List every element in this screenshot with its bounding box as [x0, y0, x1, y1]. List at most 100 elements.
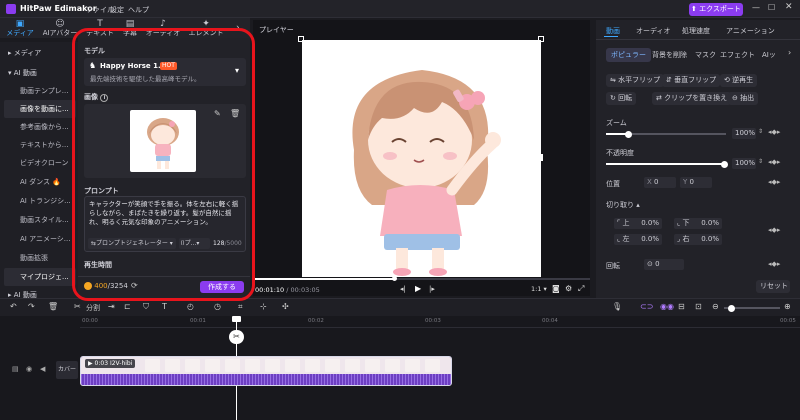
menu-settings[interactable]: 設定: [110, 5, 124, 15]
menu-help[interactable]: ヘルプ: [128, 5, 149, 15]
timeline-ruler[interactable]: 00:00 00:01 00:02 00:03 00:04 00:05: [80, 316, 800, 328]
sidebar-item[interactable]: 画像を動画に...: [4, 100, 76, 118]
sidebar-item[interactable]: マイプロジェ...: [4, 268, 76, 286]
export-button[interactable]: ⬆ エクスポート: [689, 3, 743, 16]
text-insert-icon[interactable]: T: [162, 302, 167, 311]
timeline-zoom-knob[interactable]: [728, 305, 735, 312]
chevron-up-down-icon[interactable]: ⇕: [758, 128, 763, 135]
zoom-out-icon[interactable]: ⊖: [712, 302, 719, 311]
sidebar-item[interactable]: 動画テンプレ...: [4, 82, 76, 100]
chevron-right-icon[interactable]: ›: [788, 48, 791, 57]
sidebar-item[interactable]: ビデオクローン: [4, 154, 76, 172]
video-clip[interactable]: ▶ 0:03 I2V-hibi: [80, 356, 452, 386]
extract-button[interactable]: ⊖ 抽出: [728, 92, 759, 105]
magnet-icon[interactable]: ◉◉: [660, 302, 674, 311]
snap-icon[interactable]: ⊟: [678, 302, 685, 311]
tab-animation[interactable]: アニメーション: [726, 26, 775, 36]
opacity-slider-knob[interactable]: [721, 161, 728, 168]
zoom-input[interactable]: 100%: [732, 128, 756, 139]
player-progress-track[interactable]: [253, 276, 590, 281]
sidebar-item[interactable]: 参考画像から...: [4, 118, 76, 136]
position-y-input[interactable]: Y 0: [680, 177, 712, 188]
crop-right-input[interactable]: ⌟ 右 0.0%: [674, 234, 722, 245]
fit-icon[interactable]: ⊡: [695, 302, 702, 311]
close-icon[interactable]: ✕: [785, 2, 793, 12]
rotate-button[interactable]: ↻ 回転: [606, 92, 637, 105]
crop-top-input[interactable]: ⌜ 上 0.0%: [614, 218, 662, 229]
track-visibility-icon[interactable]: ◉: [26, 365, 32, 373]
keyframe-controls-icon[interactable]: ◂◆▸: [768, 158, 780, 166]
crop-handle[interactable]: [538, 154, 543, 161]
playhead-split-marker[interactable]: ✂: [229, 330, 244, 344]
rotation-input[interactable]: ⊙ 0: [644, 259, 684, 270]
zoom-slider[interactable]: [606, 131, 726, 138]
timeline-zoom-slider[interactable]: [724, 305, 780, 312]
reverse-button[interactable]: ⟲ 逆再生: [720, 74, 758, 87]
freeze-icon[interactable]: ⊏: [124, 302, 131, 311]
sidebar-item[interactable]: 動画スタイル...: [4, 211, 76, 229]
crop-handle[interactable]: [298, 36, 304, 42]
undo-icon[interactable]: ↶: [10, 302, 17, 311]
chevron-up-down-icon[interactable]: ⇕: [758, 158, 763, 165]
tab-speed[interactable]: 処理速度: [682, 26, 710, 36]
crop-left-input[interactable]: ⌞ 左 0.0%: [614, 234, 662, 245]
keyframe-controls-icon[interactable]: ◂◆▸: [768, 128, 780, 136]
clock-icon[interactable]: ◷: [214, 302, 221, 311]
scissors-icon[interactable]: ✂: [74, 302, 81, 311]
subtab-ai[interactable]: AIッ: [762, 50, 776, 60]
opacity-input[interactable]: 100%: [732, 158, 756, 169]
cover-button[interactable]: カバー: [56, 361, 78, 379]
minimize-icon[interactable]: —: [752, 3, 760, 12]
keyframe-controls-icon[interactable]: ◂◆▸: [768, 178, 780, 186]
flip-horizontal-button[interactable]: ⇋ 水平フリップ: [606, 74, 665, 87]
microphone-icon[interactable]: 🎙: [612, 302, 622, 311]
track-lock-icon[interactable]: ▤: [12, 365, 19, 373]
delete-icon[interactable]: 🗑: [48, 302, 58, 311]
subtab-effect[interactable]: エフェクト: [720, 50, 755, 60]
sidebar-item[interactable]: AI アニメーシ...: [4, 230, 76, 248]
next-frame-icon[interactable]: |▸: [429, 285, 435, 293]
crop-icon[interactable]: ⌗: [238, 302, 243, 312]
split-label[interactable]: 分割: [86, 303, 100, 313]
prev-frame-icon[interactable]: ◂|: [400, 285, 406, 293]
subtab-popular[interactable]: ポピュラー: [606, 48, 651, 62]
flip-vertical-button[interactable]: ⇵ 垂直フリップ: [662, 74, 721, 87]
sidebar-item[interactable]: AI ダンス 🔥: [4, 173, 76, 191]
link-icon[interactable]: ⊂⊃: [640, 302, 653, 311]
tab-audio[interactable]: オーディオ: [636, 26, 671, 36]
crop-handle[interactable]: [538, 36, 544, 42]
sidebar-header-ai-video[interactable]: ▾ AI 動画: [4, 64, 76, 82]
settings-icon[interactable]: ⚙: [565, 284, 572, 293]
playhead-handle[interactable]: [232, 316, 241, 322]
sidebar-item[interactable]: 動画拡張: [4, 249, 76, 267]
play-icon[interactable]: ▶: [415, 284, 421, 293]
reset-button[interactable]: リセット: [756, 280, 790, 293]
trim-icon[interactable]: ⇥: [108, 302, 115, 311]
pin-icon[interactable]: ⊹: [260, 302, 267, 311]
opacity-slider[interactable]: [606, 161, 728, 168]
tab-video[interactable]: 動画: [606, 26, 620, 36]
redo-icon[interactable]: ↷: [28, 302, 35, 311]
speed-icon[interactable]: ◴: [187, 302, 194, 311]
keyframe-controls-icon[interactable]: ◂◆▸: [768, 260, 780, 268]
position-x-input[interactable]: X 0: [644, 177, 676, 188]
track-mute-icon[interactable]: ◀: [40, 365, 45, 373]
shield-icon[interactable]: ⛉: [143, 302, 149, 312]
sidebar-header-media[interactable]: ▸ メディア: [4, 44, 76, 62]
crop-bottom-input[interactable]: ⌞ 下 0.0%: [674, 218, 722, 229]
replace-clip-button[interactable]: ⇄ クリップを置き換え: [652, 92, 732, 105]
zoom-in-icon[interactable]: ⊕: [784, 302, 791, 311]
transform-icon[interactable]: ✣: [282, 302, 289, 311]
keyframe-controls-icon[interactable]: ◂◆▸: [768, 226, 780, 234]
zoom-slider-knob[interactable]: [625, 131, 632, 138]
aspect-ratio-dropdown[interactable]: 1:1 ▾: [531, 285, 547, 293]
subtab-remove-bg[interactable]: 背景を削除: [652, 50, 687, 60]
tool-media[interactable]: ▣ メディア: [2, 18, 38, 38]
sidebar-item[interactable]: AI トランジシ...: [4, 192, 76, 210]
sidebar-item[interactable]: テキストから...: [4, 136, 76, 154]
player-progress-knob[interactable]: [392, 276, 397, 281]
camera-icon[interactable]: ◙: [552, 284, 560, 293]
subtab-mask[interactable]: マスク: [695, 50, 716, 60]
fullscreen-icon[interactable]: ⤢: [578, 284, 584, 294]
maximize-icon[interactable]: ☐: [768, 3, 775, 12]
